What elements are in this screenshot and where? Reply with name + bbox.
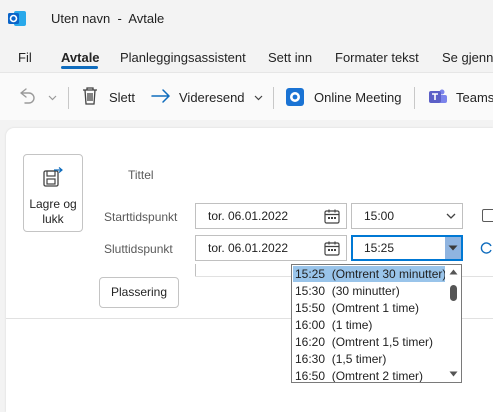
tab-fil[interactable]: Fil (18, 50, 32, 65)
forward-arrow-icon[interactable] (150, 88, 172, 104)
chevron-down-icon[interactable] (48, 95, 57, 101)
outlook-icon (8, 11, 26, 26)
chevron-down-icon (448, 245, 458, 251)
chevron-down-icon[interactable] (254, 95, 263, 101)
tab-planleggingsassistent[interactable]: Planleggingsassistent (120, 50, 246, 65)
title-bar: Uten navn - Avtale (0, 0, 493, 38)
start-time-value: 15:00 (364, 209, 395, 223)
end-time-dropdown-list[interactable]: 15:25 (Omtrent 30 minutter) 15:30 (30 mi… (291, 264, 462, 383)
scroll-up-icon[interactable] (449, 269, 458, 275)
active-tab-indicator (61, 66, 98, 69)
recurrence-icon[interactable] (480, 241, 493, 255)
scrollbar-thumb[interactable] (450, 285, 457, 301)
dropdown-option[interactable]: 16:00 (1 time) (293, 317, 445, 333)
calendar-icon[interactable] (324, 241, 340, 256)
dropdown-scrollbar[interactable] (445, 265, 461, 382)
teams-button[interactable]: Teams (456, 90, 493, 105)
teams-meeting-icon[interactable] (285, 87, 305, 107)
end-time-select[interactable]: 15:25 (351, 235, 463, 261)
forward-button[interactable]: Videresend (179, 90, 245, 105)
ribbon-separator (414, 87, 415, 109)
ribbon-separator (68, 87, 69, 109)
end-time-value: 15:25 (364, 241, 395, 255)
dropdown-option[interactable]: 15:25 (Omtrent 30 minutter) (293, 266, 446, 282)
window-title: Uten navn - Avtale (51, 11, 165, 26)
end-time-dropdown-button[interactable] (445, 237, 461, 259)
teams-icon[interactable] (428, 87, 448, 107)
start-time-label: Starttidspunkt (104, 210, 178, 224)
location-button[interactable]: Plassering (99, 277, 179, 308)
undo-icon[interactable] (17, 87, 37, 105)
end-date-value: tor. 06.01.2022 (208, 241, 289, 255)
all-day-checkbox[interactable] (482, 209, 493, 222)
field-border (195, 264, 196, 276)
end-time-label: Sluttidspunkt (104, 242, 173, 256)
dropdown-option[interactable]: 16:20 (Omtrent 1,5 timer) (293, 334, 445, 350)
start-time-select[interactable]: 15:00 (351, 203, 463, 229)
dropdown-option[interactable]: 16:30 (1,5 timer) (293, 351, 445, 367)
ribbon-separator (273, 87, 274, 109)
online-meeting-button[interactable]: Online Meeting (314, 90, 401, 105)
save-and-close-button[interactable]: Lagre og lukk (23, 154, 83, 232)
ribbon: Slett Videresend Online Meeting Teams (0, 72, 493, 120)
scroll-down-icon[interactable] (449, 371, 458, 377)
save-icon (43, 167, 63, 187)
calendar-icon[interactable] (324, 209, 340, 224)
dropdown-option[interactable]: 16:50 (Omtrent 2 timer) (293, 368, 445, 382)
save-and-close-label: Lagre og lukk (29, 197, 77, 226)
tab-se-gjennom[interactable]: Se gjenn (442, 50, 493, 65)
tab-sett-inn[interactable]: Sett inn (268, 50, 312, 65)
trash-icon[interactable] (81, 86, 99, 106)
delete-button[interactable]: Slett (109, 90, 135, 105)
chevron-down-icon[interactable] (446, 213, 456, 219)
dropdown-option[interactable]: 15:50 (Omtrent 1 time) (293, 300, 445, 316)
start-date-value: tor. 06.01.2022 (208, 209, 289, 223)
end-date-picker[interactable]: tor. 06.01.2022 (195, 235, 347, 261)
tab-formater-tekst[interactable]: Formater tekst (335, 50, 419, 65)
title-label: Tittel (128, 168, 154, 182)
dropdown-option[interactable]: 15:30 (30 minutter) (293, 283, 445, 299)
tab-avtale[interactable]: Avtale (61, 50, 100, 65)
start-date-picker[interactable]: tor. 06.01.2022 (195, 203, 347, 229)
